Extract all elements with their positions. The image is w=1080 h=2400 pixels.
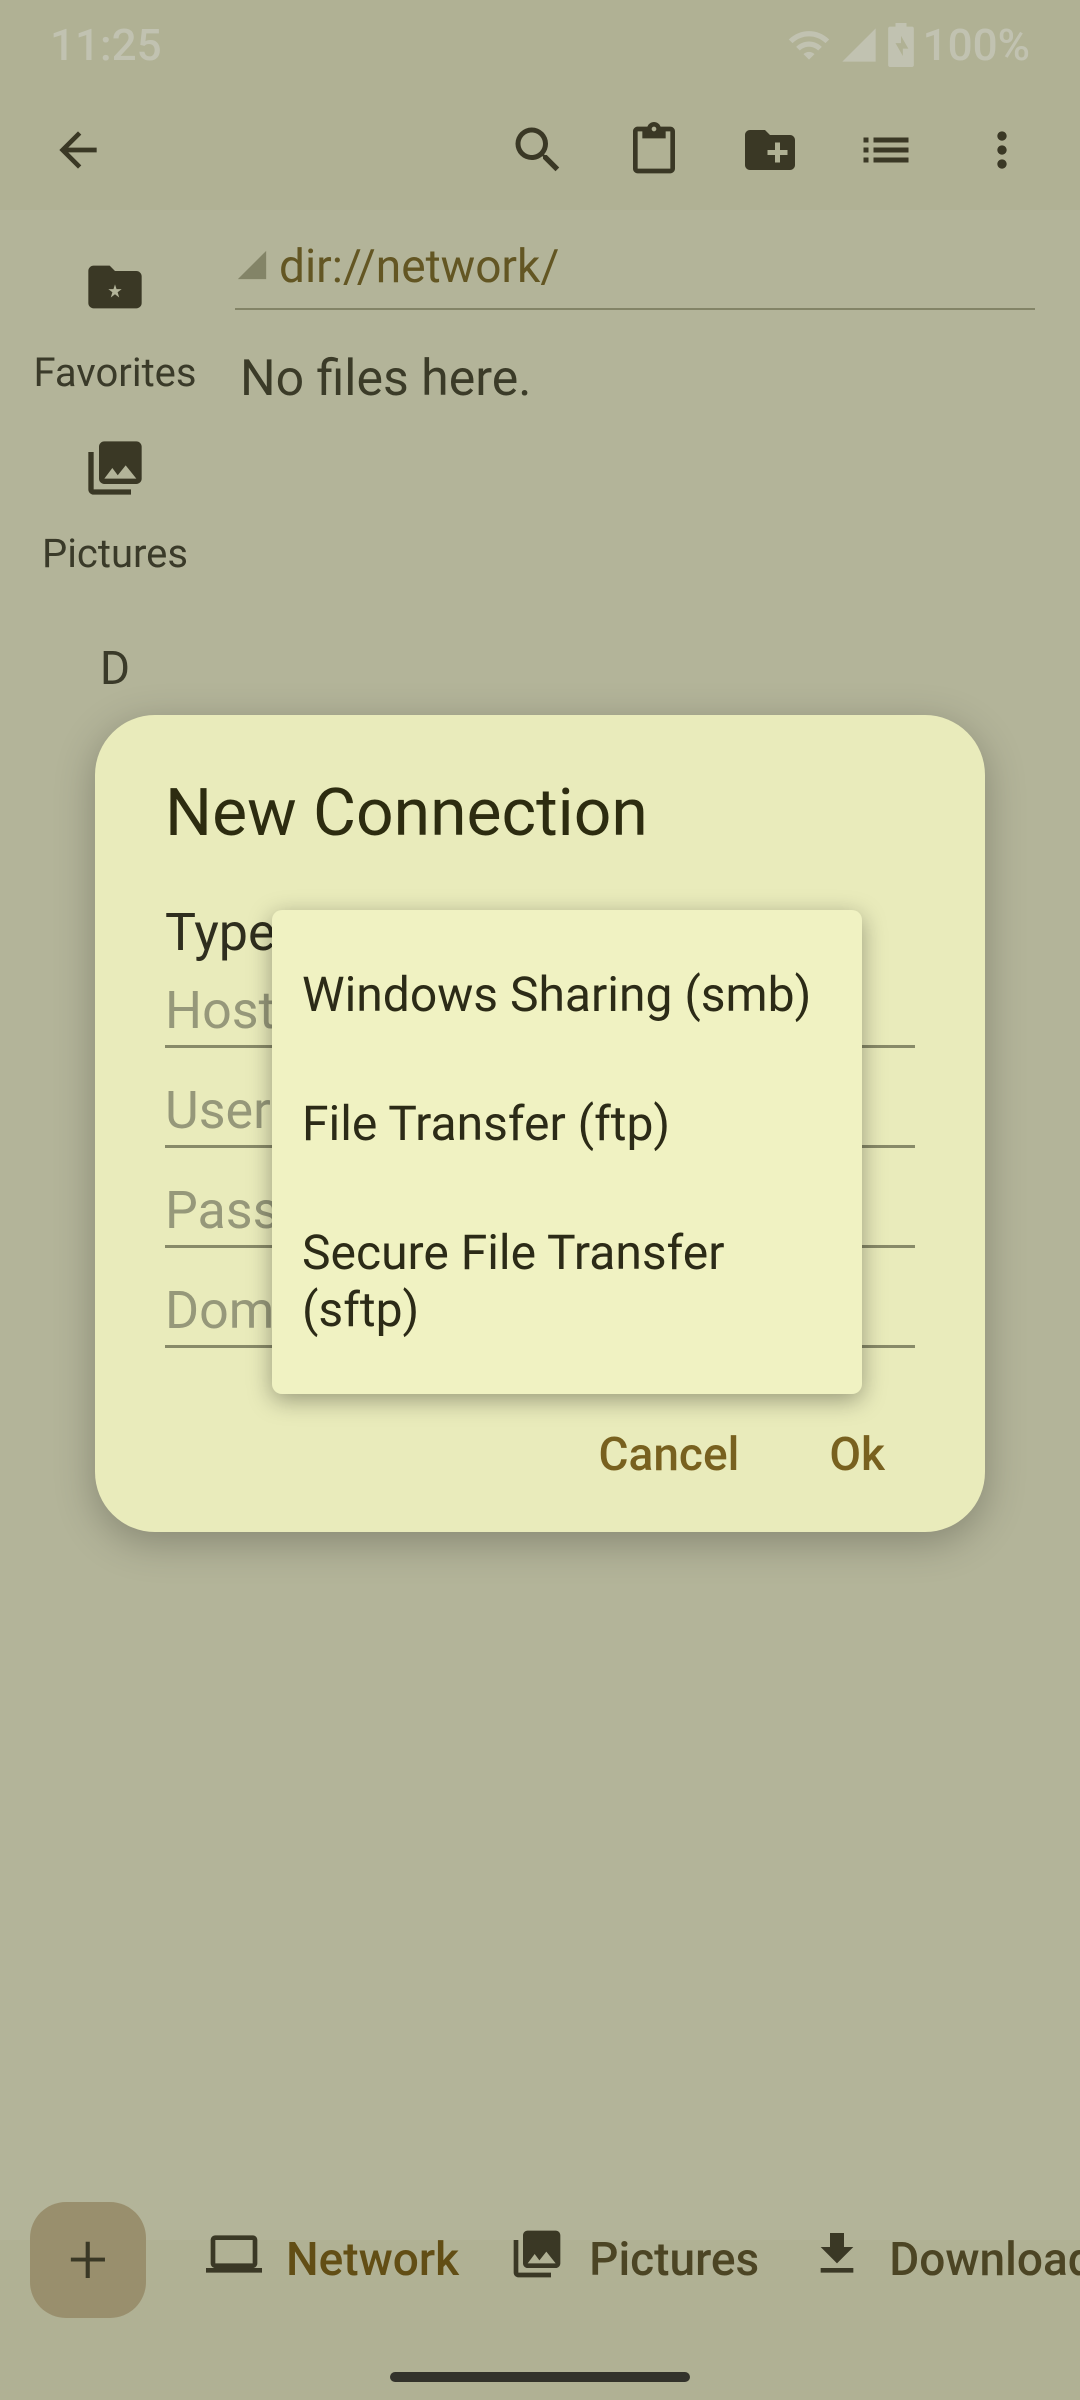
cancel-button[interactable]: Cancel [599, 1428, 740, 1482]
dropdown-item-smb[interactable]: Windows Sharing (smb) [272, 930, 862, 1059]
ok-button[interactable]: Ok [829, 1428, 885, 1482]
file-browser-screen: 11:25 100% [0, 0, 1080, 2400]
dialog-title: New Connection [165, 775, 915, 852]
dropdown-item-sftp[interactable]: Secure File Transfer (sftp) [272, 1188, 862, 1374]
dropdown-item-ftp[interactable]: File Transfer (ftp) [272, 1059, 862, 1188]
type-dropdown-popup: Windows Sharing (smb) File Transfer (ftp… [272, 910, 862, 1394]
dialog-actions: Cancel Ok [165, 1428, 915, 1482]
type-label: Type [165, 902, 276, 963]
